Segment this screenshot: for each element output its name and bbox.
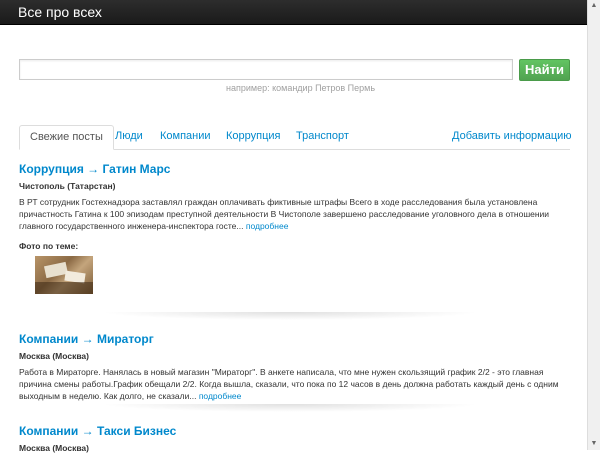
tab-people[interactable]: Люди <box>105 125 153 149</box>
scrollbar[interactable]: ▲ ▼ <box>587 0 600 450</box>
post-divider <box>100 312 480 320</box>
tab-add-info[interactable]: Добавить информацию <box>442 125 582 149</box>
post-item: Коррупция → Гатин Марс Чистополь (Татарс… <box>19 162 570 294</box>
post-location: Москва (Москва) <box>19 443 89 453</box>
post-title-link[interactable]: Коррупция → Гатин Марс <box>19 162 570 176</box>
post-location: Чистополь (Татарстан) <box>19 181 116 191</box>
post-text: В РТ сотрудник Гостехнадзора заставлял г… <box>19 196 570 232</box>
post-title-link[interactable]: Компании → Мираторг <box>19 332 570 346</box>
read-more-link[interactable]: подробнее <box>246 221 289 231</box>
scroll-up-arrow-icon[interactable]: ▲ <box>588 0 600 12</box>
tab-fresh-posts[interactable]: Свежие посты <box>19 125 114 150</box>
read-more-link[interactable]: подробнее <box>199 391 242 401</box>
post-divider <box>100 404 480 412</box>
search-hint: например: командир Петров Пермь <box>226 83 376 93</box>
tabs-nav: Свежие посты Люди Компании Коррупция Тра… <box>19 125 572 150</box>
post-item: Компании → Такси Бизнес Москва (Москва) <box>19 424 570 453</box>
post-photo-thumbnail[interactable] <box>35 256 93 294</box>
search-input[interactable] <box>19 59 513 80</box>
post-item: Компании → Мираторг Москва (Москва) Рабо… <box>19 332 570 402</box>
tab-transport[interactable]: Транспорт <box>286 125 359 149</box>
tab-corruption[interactable]: Коррупция <box>216 125 291 149</box>
post-text-body: Работа в Мираторге. Нанялась в новый маг… <box>19 367 559 401</box>
search-button[interactable]: Найти <box>519 59 570 81</box>
post-title-link[interactable]: Компании → Такси Бизнес <box>19 424 570 438</box>
tab-companies[interactable]: Компании <box>150 125 221 149</box>
top-navbar: Все про всех <box>0 0 588 25</box>
post-location: Москва (Москва) <box>19 351 89 361</box>
scroll-down-arrow-icon[interactable]: ▼ <box>588 438 600 450</box>
brand-logo-text[interactable]: Все про всех <box>18 4 102 20</box>
post-text: Работа в Мираторге. Нанялась в новый маг… <box>19 366 570 402</box>
photos-label: Фото по теме: <box>19 241 79 251</box>
